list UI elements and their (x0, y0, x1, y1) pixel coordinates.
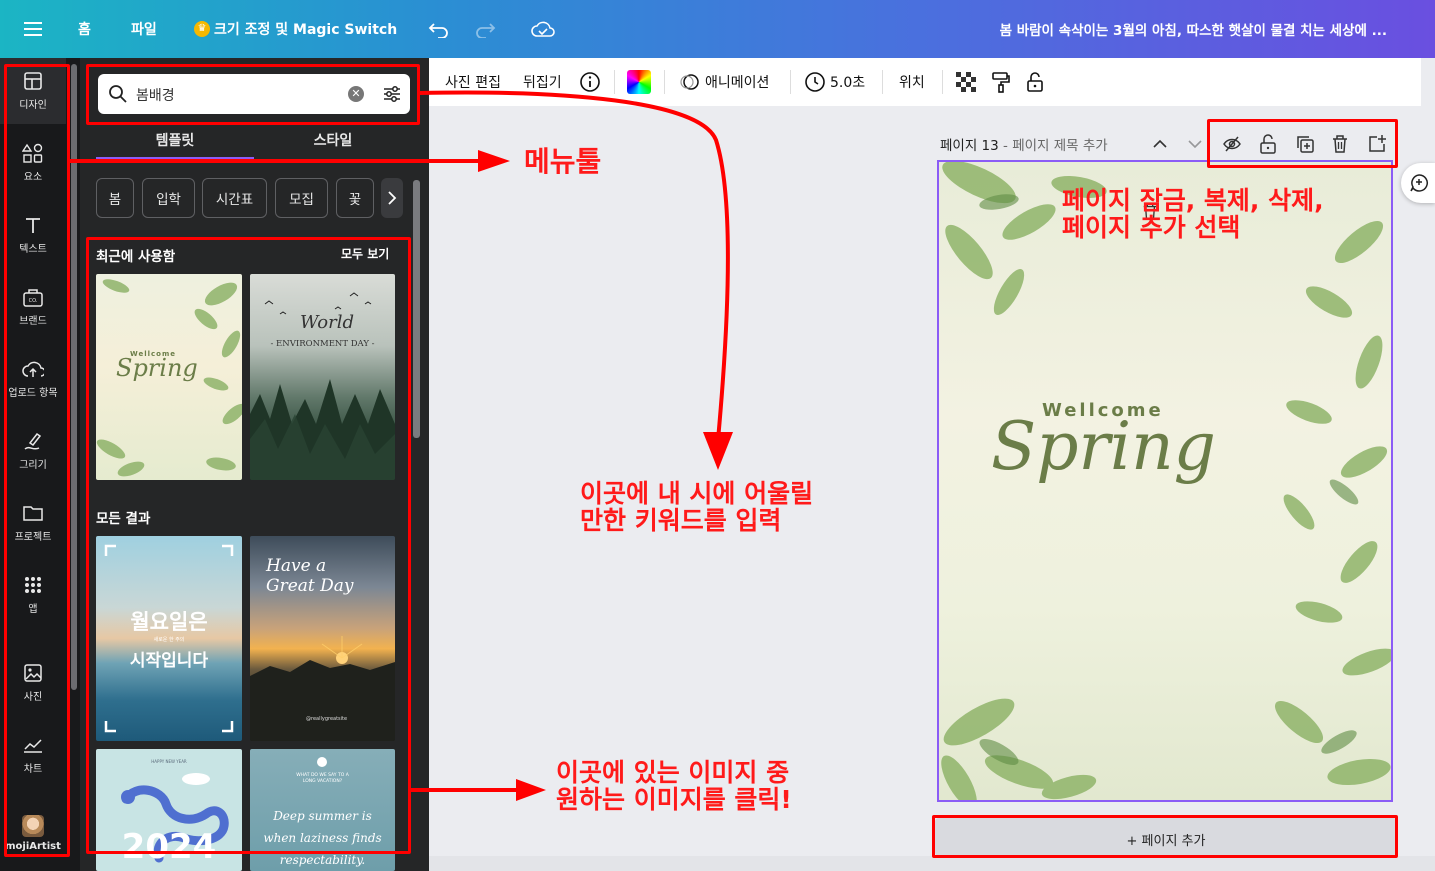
menu-button[interactable] (24, 0, 42, 58)
edit-photo-button[interactable]: 사진 편집 (445, 58, 501, 106)
rail-scrollbar[interactable] (71, 64, 77, 690)
comment-add-icon (1410, 174, 1428, 192)
paint-roller-icon (992, 72, 1010, 93)
page-title-placeholder[interactable]: - 페이지 제목 추가 (1003, 138, 1108, 154)
design-page[interactable]: Wellcome Spring (937, 160, 1393, 802)
annotation-box-rail (4, 64, 70, 857)
redo-icon (476, 23, 496, 38)
tab-styles[interactable]: 스타일 (254, 124, 412, 160)
animation-button[interactable]: 애니메이션 (679, 58, 769, 106)
transparency-button[interactable] (956, 58, 976, 106)
page-label[interactable]: 페이지 13 - 페이지 제목 추가 (940, 134, 1108, 154)
home-link[interactable]: 홈 (78, 0, 91, 58)
annotation-menu-tool: 메뉴툴 (524, 145, 602, 178)
chip-spring[interactable]: 봄 (96, 178, 134, 218)
toolbar-divider (942, 70, 943, 94)
annotation-keyword-2: 만한 키워드를 입력 (580, 506, 782, 535)
annotation-box-add-page (932, 815, 1398, 858)
design-title[interactable]: Spring (991, 408, 1216, 485)
toolbar-divider (664, 70, 665, 94)
thumb-text-line3: respectability. (279, 853, 366, 867)
annotation-box-page-tools (1207, 119, 1398, 168)
chip-admission[interactable]: 입학 (142, 178, 195, 218)
info-icon (580, 72, 600, 92)
info-button[interactable] (579, 58, 601, 106)
animation-label: 애니메이션 (705, 75, 770, 91)
tab-underline (96, 157, 254, 160)
page-down-button[interactable] (1187, 136, 1203, 156)
hamburger-icon (24, 22, 42, 36)
document-title[interactable]: 봄 바람이 속삭이는 3월의 아침, 따스한 햇살이 물결 치는 세상에 ... (1000, 0, 1387, 58)
undo-icon (428, 23, 448, 38)
color-button[interactable] (627, 58, 651, 106)
file-menu[interactable]: 파일 (131, 0, 157, 58)
toolbar-divider (882, 70, 883, 94)
resize-button[interactable]: ♛ 크기 조정 및 Magic Switch (194, 0, 397, 58)
comment-button[interactable] (1401, 163, 1435, 203)
clock-icon (805, 72, 825, 92)
top-bar: 홈 파일 ♛ 크기 조정 및 Magic Switch 봄 바람이 속삭이는 3… (0, 0, 1435, 58)
chips-next-button[interactable] (381, 178, 403, 218)
undo-button[interactable] (428, 0, 450, 58)
chevron-up-icon (1153, 139, 1167, 148)
lock-button[interactable] (1026, 58, 1044, 106)
animation-icon (680, 74, 699, 90)
duration-button[interactable]: 5.0초 (804, 58, 865, 106)
annotation-image-2: 원하는 이미지를 클릭! (556, 785, 792, 814)
annotation-box-search (86, 64, 420, 125)
cloud-save-status[interactable] (531, 0, 555, 58)
resize-label: 크기 조정 및 Magic Switch (214, 22, 398, 38)
chip-timetable[interactable]: 시간표 (202, 178, 267, 218)
page-number: 페이지 13 (940, 138, 999, 154)
flip-button[interactable]: 뒤집기 (523, 58, 562, 106)
transparency-icon (956, 72, 976, 92)
position-button[interactable]: 위치 (899, 58, 925, 106)
redo-button[interactable] (474, 0, 496, 58)
toolbar-divider (614, 70, 615, 94)
annotation-image-1: 이곳에 있는 이미지 중 (556, 758, 790, 787)
tab-templates[interactable]: 템플릿 (96, 124, 254, 160)
crown-icon: ♛ (194, 21, 210, 37)
page-up-button[interactable] (1152, 136, 1168, 156)
horizontal-scrollbar[interactable] (429, 856, 1435, 871)
annotation-keyword-1: 이곳에 내 시에 어울릴 (580, 479, 814, 508)
chevron-right-icon (388, 191, 397, 205)
context-toolbar: 사진 편집 뒤집기 애니메이션 5.0초 위치 (429, 58, 1421, 106)
copy-style-button[interactable] (991, 58, 1011, 106)
annotation-box-results (86, 237, 411, 854)
chevron-down-icon (1188, 140, 1202, 149)
chip-flower[interactable]: 꽃 (336, 178, 374, 218)
toolbar-divider (790, 70, 791, 94)
annotation-page-tools-1: 페이지 잠금, 복제, 삭제, (1062, 186, 1324, 215)
duration-label: 5.0초 (830, 75, 866, 91)
unlock-icon (1027, 72, 1043, 92)
color-swatch-icon (627, 70, 651, 94)
chip-recruit[interactable]: 모집 (275, 178, 328, 218)
panel-scrollbar[interactable] (413, 180, 420, 438)
annotation-page-tools-2: 페이지 추가 선택 (1062, 213, 1241, 242)
cloud-check-icon (531, 21, 555, 37)
